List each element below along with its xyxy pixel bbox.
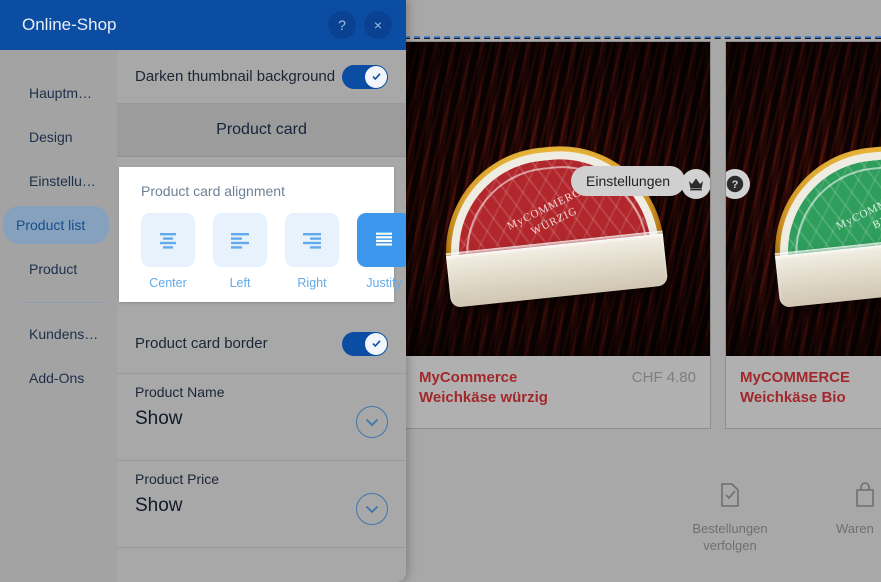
product-card-meta: MyCommerce Weichkäse würzig CHF 4.80 <box>405 356 710 426</box>
setting-label: Product Name <box>135 384 225 400</box>
alignment-option-left[interactable]: Left <box>213 213 267 290</box>
product-title-line1: MyCOMMERCE <box>740 369 851 386</box>
selection-outline <box>404 36 881 84</box>
product-card-meta: MyCOMMERCE Weichkäse Bio <box>726 356 881 426</box>
settings-list-tail <box>117 548 406 582</box>
close-button[interactable]: × <box>364 11 392 39</box>
dialog-title: Online-Shop <box>22 15 117 34</box>
help-button[interactable]: ? <box>328 11 356 39</box>
screen-root: MyCOMMERCE WÜRZIG Einstellungen MyCommer… <box>0 0 881 582</box>
alignment-option-label: Justify <box>366 276 402 290</box>
dialog-header: Online-Shop ? × <box>0 0 406 50</box>
setting-product-name[interactable]: Product Name Show <box>117 374 406 461</box>
alignment-option-label: Right <box>297 276 327 290</box>
document-check-icon <box>665 482 795 512</box>
alignment-option-label: Left <box>229 276 251 290</box>
setting-darken-thumbnail[interactable]: Darken thumbnail background <box>117 50 406 104</box>
darken-thumbnail-toggle[interactable] <box>342 64 388 89</box>
sidebar-item-hauptmenu[interactable]: Hauptm… <box>8 74 109 112</box>
product-card[interactable]: MyCOMMERCE BIO ? MyCOMMERCE Weichkäse Bi… <box>725 41 881 429</box>
sidebar-item-product-list[interactable]: Product list <box>3 206 109 244</box>
chevron-down-icon[interactable] <box>356 493 388 525</box>
feature-shopping[interactable]: Waren <box>818 482 881 537</box>
toggle-knob <box>365 65 387 88</box>
dialog-sidebar: Hauptm… Design Einstellu… Product list P… <box>0 50 117 582</box>
product-image-cheese: MyCOMMERCE BIO <box>764 136 881 308</box>
sidebar-item-einstellungen[interactable]: Einstellu… <box>8 162 109 200</box>
align-right-icon <box>285 213 339 267</box>
alignment-option-justify[interactable]: Justify <box>357 213 406 290</box>
setting-label: Darken thumbnail background <box>135 68 336 85</box>
setting-value: Show <box>135 495 183 516</box>
crown-icon[interactable] <box>681 169 710 199</box>
alignment-option-center[interactable]: Center <box>141 213 195 290</box>
section-title-product-card: Product card <box>117 104 406 157</box>
align-justify-icon <box>357 213 406 267</box>
alignment-options: Center Left Right Justify <box>141 213 406 290</box>
sidebar-item-kundenservice[interactable]: Kundens… <box>8 315 109 353</box>
product-title: MyCOMMERCE Weichkäse Bio <box>740 368 881 408</box>
product-card[interactable]: MyCOMMERCE WÜRZIG Einstellungen MyCommer… <box>404 41 711 429</box>
feature-label-line1: Bestellungen <box>692 521 768 536</box>
product-card-border-toggle[interactable] <box>342 331 388 356</box>
feature-label-line2: verfolgen <box>703 538 757 553</box>
product-thumbnail: MyCOMMERCE WÜRZIG Einstellungen <box>405 42 710 356</box>
product-title-line2: Weichkäse würzig <box>419 389 548 406</box>
product-title: MyCommerce Weichkäse würzig <box>419 368 609 408</box>
setting-product-price[interactable]: Product Price Show <box>117 461 406 548</box>
product-card-alignment-panel: Product card alignment Center Left Right… <box>119 167 406 302</box>
feature-label-line1: Waren <box>836 521 874 536</box>
feature-orders-tracking[interactable]: Bestellungen verfolgen <box>665 482 795 554</box>
toggle-knob <box>365 332 387 355</box>
settings-content: Darken thumbnail background Product card… <box>117 50 406 582</box>
setting-label: Product Price <box>135 471 220 487</box>
svg-text:?: ? <box>732 179 739 191</box>
alignment-option-right[interactable]: Right <box>285 213 339 290</box>
align-left-icon <box>213 213 267 267</box>
product-thumbnail: MyCOMMERCE BIO ? <box>726 42 881 356</box>
shopping-bag-icon <box>854 482 881 512</box>
alignment-option-label: Center <box>149 276 187 290</box>
dialog-body: Hauptm… Design Einstellu… Product list P… <box>0 50 406 582</box>
align-center-icon <box>141 213 195 267</box>
product-price: CHF 4.80 <box>631 369 696 386</box>
product-title-line1: MyCommerce <box>419 369 518 386</box>
sidebar-item-design[interactable]: Design <box>8 118 109 156</box>
setting-label: Product card border <box>135 335 268 352</box>
chevron-down-icon[interactable] <box>356 406 388 438</box>
sidebar-item-add-ons[interactable]: Add-Ons <box>8 359 109 397</box>
alignment-title: Product card alignment <box>141 183 285 199</box>
settings-tooltip: Einstellungen <box>571 166 686 196</box>
product-title-line2: Weichkäse Bio <box>740 389 846 406</box>
sidebar-item-product[interactable]: Product <box>8 250 109 288</box>
sidebar-divider <box>22 302 105 303</box>
setting-product-card-border[interactable]: Product card border <box>117 314 406 374</box>
online-shop-settings-dialog: Online-Shop ? × Hauptm… Design Einstellu… <box>0 0 406 582</box>
product-image-cheese: MyCOMMERCE WÜRZIG <box>435 136 669 308</box>
setting-value: Show <box>135 408 183 429</box>
